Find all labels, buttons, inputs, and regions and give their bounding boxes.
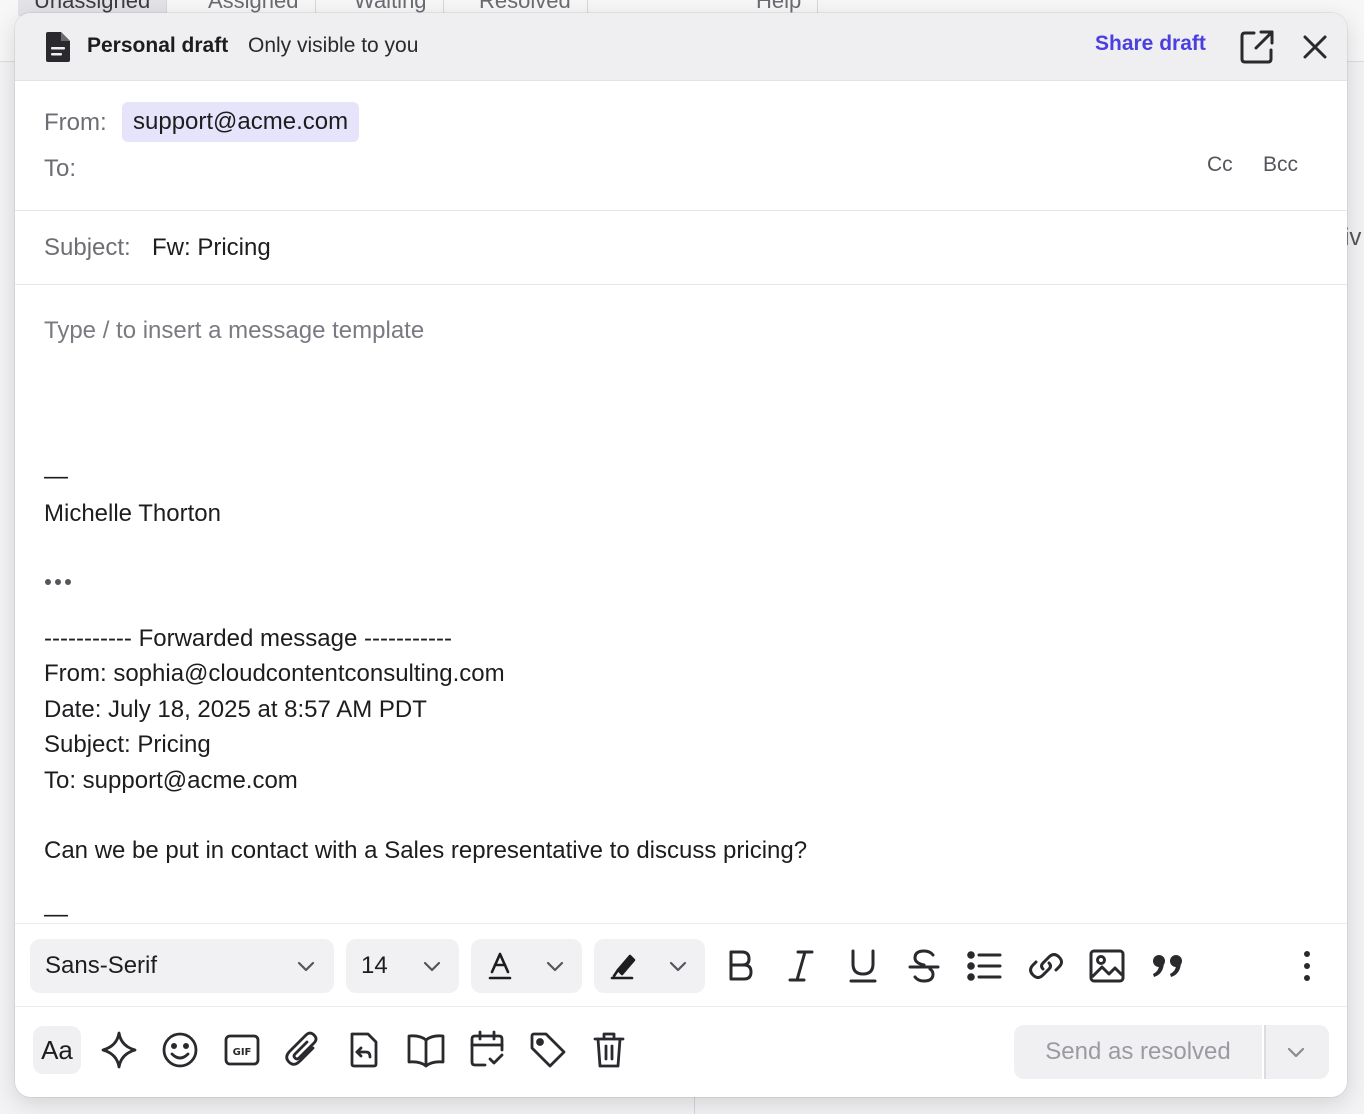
- draft-header: Personal draft Only visible to you Share…: [15, 13, 1347, 81]
- message-body-editor[interactable]: Type / to insert a message template — Mi…: [44, 303, 1324, 928]
- forwarded-subject: Subject: Pricing: [44, 731, 211, 759]
- close-button[interactable]: [1299, 31, 1331, 63]
- add-tag-button[interactable]: [524, 1026, 572, 1074]
- format-toggle-button[interactable]: Aa: [33, 1026, 81, 1074]
- delete-draft-button[interactable]: [585, 1026, 633, 1074]
- emoji-icon: [156, 1026, 204, 1074]
- draft-title: Personal draft: [87, 34, 229, 57]
- subject-label: Subject:: [44, 234, 131, 261]
- book-icon: [402, 1026, 450, 1074]
- schedule-button[interactable]: [463, 1026, 511, 1074]
- italic-button[interactable]: [781, 946, 821, 986]
- knowledge-base-button[interactable]: [402, 1026, 450, 1074]
- quote-icon: [1149, 946, 1189, 986]
- forwarded-header: ----------- Forwarded message ----------…: [44, 625, 452, 652]
- gif-icon: GIF: [218, 1026, 266, 1074]
- chevron-down-icon: [1286, 1042, 1329, 1062]
- document-icon: [45, 31, 71, 63]
- body-placeholder: Type / to insert a message template: [44, 317, 425, 344]
- draft-visibility-note: Only visible to you: [248, 34, 419, 57]
- ai-assist-button[interactable]: [95, 1026, 143, 1074]
- sparkle-icon: [95, 1026, 143, 1074]
- chevron-down-icon: [668, 956, 688, 976]
- attachment-icon: [279, 1026, 327, 1074]
- strikethrough-button[interactable]: [904, 946, 944, 986]
- text-color-icon: [488, 952, 512, 980]
- email-composer: Personal draft Only visible to you Share…: [15, 13, 1347, 1097]
- bold-button[interactable]: [720, 946, 760, 986]
- forwarded-date: Date: July 18, 2025 at 8:57 AM PDT: [44, 695, 427, 723]
- gif-button[interactable]: GIF: [218, 1026, 266, 1074]
- more-vertical-icon: [1287, 946, 1327, 986]
- italic-icon: [781, 946, 821, 986]
- bullet-list-icon: [965, 946, 1005, 986]
- image-icon: [1087, 946, 1127, 986]
- signature-separator: —: [44, 463, 68, 490]
- send-options-button[interactable]: [1264, 1025, 1329, 1079]
- bcc-button[interactable]: Bcc: [1263, 153, 1298, 177]
- chevron-down-icon: [422, 956, 442, 976]
- forwarded-from: From: sophia@cloudcontentconsulting.com: [44, 660, 505, 688]
- font-family-value: Sans-Serif: [45, 952, 158, 979]
- from-label: From:: [44, 109, 107, 136]
- strikethrough-icon: [904, 946, 944, 986]
- share-draft-button[interactable]: Share draft: [1095, 32, 1206, 56]
- subject-input[interactable]: Fw: Pricing: [152, 234, 271, 262]
- insert-link-button[interactable]: [1026, 946, 1066, 986]
- to-label: To:: [44, 155, 77, 182]
- underline-button[interactable]: [843, 946, 883, 986]
- font-family-select[interactable]: Sans-Serif: [30, 939, 334, 993]
- recipients-divider: [15, 210, 1347, 211]
- cc-button[interactable]: Cc: [1207, 153, 1233, 177]
- highlight-color-select[interactable]: [594, 939, 705, 993]
- popout-icon: [1239, 29, 1275, 65]
- text-color-select[interactable]: [471, 939, 582, 993]
- font-size-value: 14: [361, 952, 388, 979]
- from-address-chip[interactable]: support@acme.com: [122, 102, 360, 142]
- tag-icon: [524, 1026, 572, 1074]
- forwarded-message: ----------- Forwarded message ----------…: [44, 621, 807, 869]
- underline-icon: [843, 946, 883, 986]
- svg-text:GIF: GIF: [233, 1047, 252, 1058]
- chevron-down-icon: [545, 956, 565, 976]
- bold-icon: [720, 946, 760, 986]
- background-divider: [694, 1096, 695, 1114]
- popout-button[interactable]: [1239, 29, 1275, 65]
- calendar-check-icon: [463, 1026, 511, 1074]
- insert-image-button[interactable]: [1087, 946, 1127, 986]
- ellipsis-icon: [44, 577, 74, 587]
- link-icon: [1026, 946, 1066, 986]
- highlight-icon: [610, 952, 636, 980]
- font-size-select[interactable]: 14: [346, 939, 459, 993]
- reply-template-icon: [340, 1026, 388, 1074]
- emoji-button[interactable]: [156, 1026, 204, 1074]
- more-formatting-button[interactable]: [1287, 946, 1327, 986]
- signature-name: Michelle Thorton: [44, 500, 221, 527]
- trash-icon: [585, 1026, 633, 1074]
- forwarded-body-text: Can we be put in contact with a Sales re…: [44, 837, 808, 865]
- action-toolbar: Aa GIF Send as resolved: [15, 1007, 1347, 1097]
- chevron-down-icon: [296, 956, 316, 976]
- close-icon: [1299, 31, 1331, 63]
- send-as-resolved-button[interactable]: Send as resolved: [1014, 1025, 1262, 1079]
- format-toolbar: Sans-Serif 14: [15, 923, 1347, 1007]
- attach-file-button[interactable]: [279, 1026, 327, 1074]
- show-quoted-text-button[interactable]: [44, 577, 74, 587]
- reply-template-button[interactable]: [340, 1026, 388, 1074]
- bullet-list-button[interactable]: [965, 946, 1005, 986]
- blockquote-button[interactable]: [1149, 946, 1189, 986]
- forwarded-to: To: support@acme.com: [44, 766, 298, 794]
- subject-divider: [15, 284, 1347, 285]
